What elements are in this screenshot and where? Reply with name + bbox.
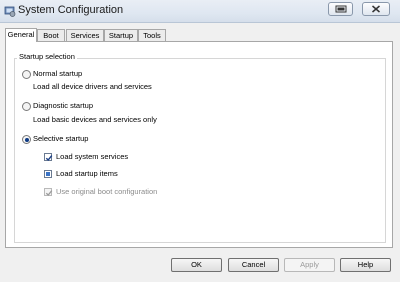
normal-startup-label[interactable]: Normal startup bbox=[33, 69, 82, 78]
tab-services[interactable]: Services bbox=[66, 29, 104, 41]
window-title: System Configuration bbox=[18, 4, 124, 16]
normal-startup-radio[interactable] bbox=[22, 70, 31, 79]
use-original-boot-config-label: Use original boot configuration bbox=[56, 187, 158, 196]
tab-boot[interactable]: Boot bbox=[37, 29, 65, 41]
selective-startup-radio[interactable] bbox=[22, 135, 31, 144]
normal-startup-description: Load all device drivers and services bbox=[33, 82, 152, 91]
diagnostic-startup-label[interactable]: Diagnostic startup bbox=[33, 101, 93, 110]
minimize-button[interactable] bbox=[328, 2, 353, 16]
checkmark-icon bbox=[45, 155, 53, 162]
load-system-services-checkbox[interactable] bbox=[44, 153, 53, 162]
use-original-boot-config-checkbox bbox=[44, 188, 53, 196]
apply-button: Apply bbox=[284, 258, 335, 272]
tab-tools[interactable]: Tools bbox=[138, 29, 166, 41]
cancel-button[interactable]: Cancel bbox=[228, 258, 279, 272]
close-button[interactable] bbox=[362, 2, 390, 16]
general-tab-panel: Startup selection Normal startup Load al… bbox=[5, 41, 393, 248]
load-startup-items-label[interactable]: Load startup items bbox=[56, 169, 118, 178]
close-icon bbox=[372, 5, 380, 13]
load-startup-items-checkbox[interactable] bbox=[44, 170, 52, 178]
tab-startup[interactable]: Startup bbox=[104, 29, 138, 41]
tab-general[interactable]: General bbox=[5, 28, 37, 42]
load-system-services-label[interactable]: Load system services bbox=[56, 152, 128, 161]
diagnostic-startup-description: Load basic devices and services only bbox=[33, 115, 157, 124]
ok-button[interactable]: OK bbox=[171, 258, 222, 272]
minimize-icon bbox=[335, 5, 346, 13]
diagnostic-startup-radio[interactable] bbox=[22, 102, 31, 111]
checkmark-icon bbox=[45, 190, 53, 196]
system-configuration-window: System Configuration General Boot Servic… bbox=[0, 0, 400, 282]
selective-startup-label[interactable]: Selective startup bbox=[33, 134, 88, 143]
title-bar[interactable]: System Configuration bbox=[0, 0, 400, 23]
help-button[interactable]: Help bbox=[340, 258, 391, 272]
system-config-icon bbox=[4, 5, 16, 17]
startup-selection-legend: Startup selection bbox=[17, 52, 77, 61]
